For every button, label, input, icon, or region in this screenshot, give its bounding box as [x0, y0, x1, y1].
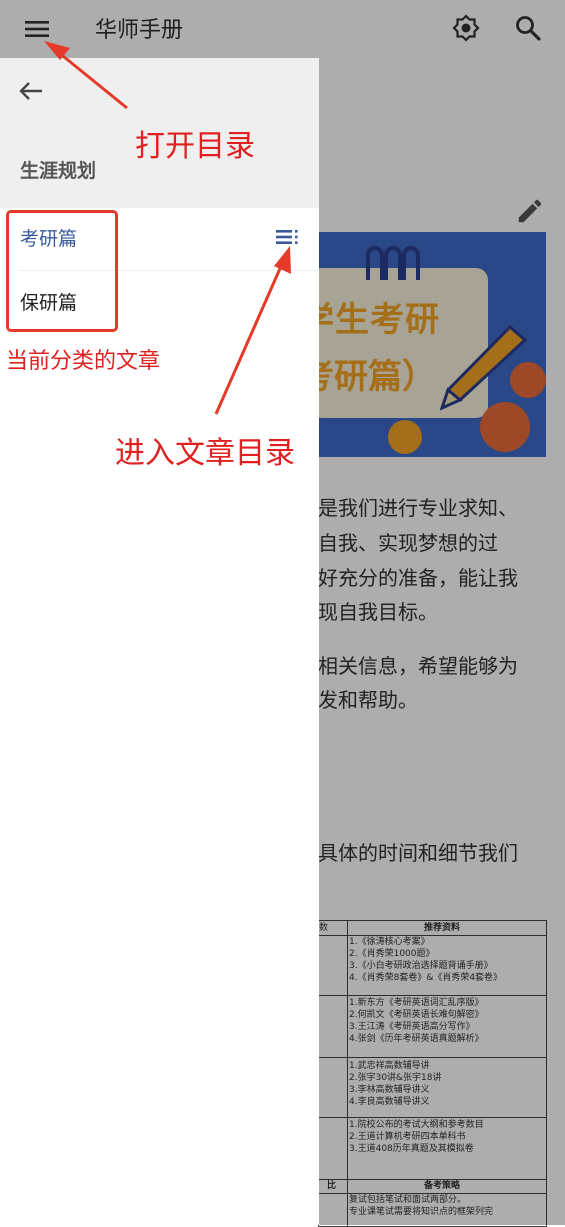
- annotation-enter-toc: 进入文章目录: [115, 436, 295, 471]
- annotation-current-category: 当前分类的文章: [6, 349, 161, 374]
- annotation-open-menu: 打开目录: [135, 129, 255, 164]
- annotation-arrows: [44, 41, 291, 415]
